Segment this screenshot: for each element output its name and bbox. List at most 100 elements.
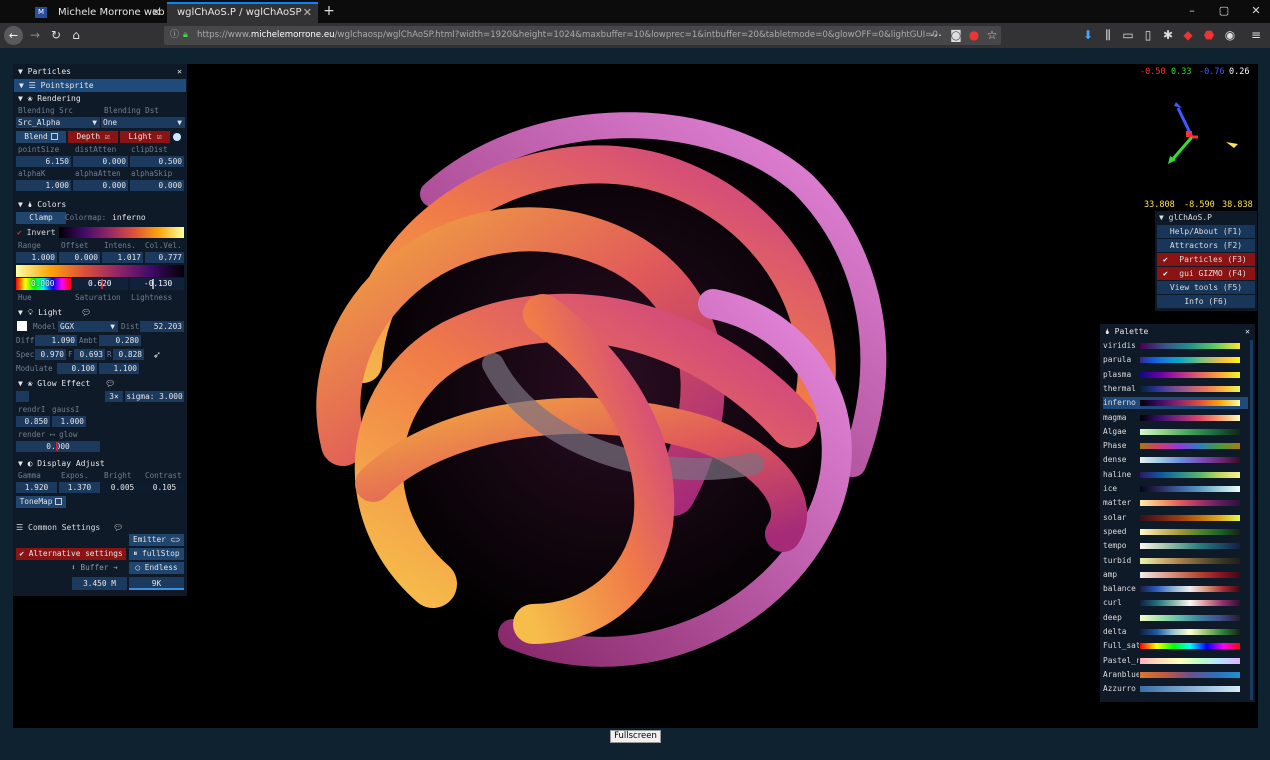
back-button[interactable]: ← xyxy=(4,26,23,45)
menu-view-tools[interactable]: View tools (F5) xyxy=(1157,281,1255,294)
common-settings-header[interactable]: ☰ Common Settings 💬︎ xyxy=(16,522,123,534)
reader-icon[interactable]: ▯ xyxy=(1138,23,1158,48)
palette-item[interactable]: tempo xyxy=(1103,540,1248,552)
display-adjust-header[interactable]: ▼ ◐ Display Adjust xyxy=(13,457,105,470)
palette-scrollbar[interactable] xyxy=(1250,340,1253,700)
dist-atten-field[interactable]: 0.000 xyxy=(73,156,128,167)
intens-field[interactable]: 1.017 xyxy=(102,252,143,263)
glow-color-box[interactable] xyxy=(16,391,29,402)
alternative-settings-button[interactable]: ✔ Alternative settings xyxy=(16,548,126,560)
comment-icon[interactable]: 💬︎ xyxy=(105,379,115,388)
alpha-atten-field[interactable]: 0.000 xyxy=(73,180,128,191)
model-select[interactable]: GGX ▼ xyxy=(58,321,118,332)
new-tab-button[interactable]: + xyxy=(320,2,338,22)
render-glow-slider[interactable]: 0.000 xyxy=(16,441,100,452)
palette-item[interactable]: balance xyxy=(1103,583,1248,595)
pointsprite-header[interactable]: ▼ ☰ Pointsprite xyxy=(14,79,186,92)
glow-multiplier-button[interactable]: 3× xyxy=(105,391,123,402)
menu-icon[interactable]: ≡ xyxy=(1246,23,1266,48)
palette-item[interactable]: Azzurro xyxy=(1103,683,1248,695)
palette-item[interactable]: inferno xyxy=(1103,397,1248,410)
palette-item[interactable]: dense xyxy=(1103,454,1248,466)
close-particles-icon[interactable]: ✕ xyxy=(177,65,182,78)
palette-header[interactable]: 🌢︎ Palette ✕ xyxy=(1100,325,1255,338)
palette-item[interactable]: curl xyxy=(1103,597,1248,609)
gamma-field[interactable]: 1.920 xyxy=(16,482,57,493)
range-field[interactable]: 1.000 xyxy=(16,252,57,263)
palette-item[interactable]: haline xyxy=(1103,469,1248,481)
r-field[interactable]: 0.828 xyxy=(113,349,144,360)
palette-item[interactable]: Full_sat xyxy=(1103,640,1248,652)
blend-toggle[interactable]: Blend xyxy=(16,131,66,143)
palette-item[interactable]: ice xyxy=(1103,483,1248,495)
blending-src-select[interactable]: Src_Alpha ▼ xyxy=(16,117,100,128)
pocket-icon[interactable]: ◙ xyxy=(946,23,966,48)
menu-particles[interactable]: ✔ Particles (F3) xyxy=(1157,253,1255,266)
url-bar[interactable]: ⓘ 🔒︎ https://www.michelemorrone.eu/wglch… xyxy=(164,26,1001,45)
gizmo-axes-icon[interactable] xyxy=(1160,100,1250,170)
colormap-preview[interactable] xyxy=(59,227,184,238)
tonemap-toggle[interactable]: ToneMap xyxy=(16,496,66,508)
expos-field[interactable]: 1.370 xyxy=(59,482,100,493)
home-button[interactable]: ⌂ xyxy=(66,23,86,48)
account-icon[interactable]: ◉ xyxy=(1220,23,1240,48)
fullstop-button[interactable]: ⏸ fullStop xyxy=(129,548,184,560)
menu-info[interactable]: Info (F6) xyxy=(1157,295,1255,308)
emitter-toggle[interactable]: Emitter ⊂⊃ xyxy=(129,534,184,546)
contrast-slider[interactable]: 0.105 xyxy=(145,482,184,493)
menu-attractors[interactable]: Attractors (F2) xyxy=(1157,239,1255,252)
clamp-button[interactable]: Clamp xyxy=(16,212,66,224)
adblock-icon[interactable]: ⬣ xyxy=(1199,23,1219,48)
palette-item[interactable]: Phase xyxy=(1103,440,1248,452)
dist-field[interactable]: 52.203 xyxy=(140,321,184,332)
clip-dist-field[interactable]: 0.500 xyxy=(130,156,184,167)
sidebar-icon[interactable]: ▭ xyxy=(1118,23,1138,48)
settings-gear-icon[interactable]: ✱ xyxy=(1158,23,1178,48)
palette-item[interactable]: matter xyxy=(1103,497,1248,509)
bright-slider[interactable]: 0.005 xyxy=(102,482,143,493)
extension-icon[interactable]: ● xyxy=(964,23,984,48)
light-header[interactable]: ▼ 💡︎ Light 💬︎ xyxy=(13,306,91,319)
palette-item[interactable]: delta xyxy=(1103,626,1248,638)
emission-speed-field[interactable]: 9K xyxy=(129,577,184,590)
palette-item[interactable]: amp xyxy=(1103,569,1248,581)
colvel-field[interactable]: 0.777 xyxy=(145,252,184,263)
info-icon[interactable]: ⓘ xyxy=(170,26,179,45)
sigma-field[interactable]: sigma: 3.000 xyxy=(125,391,184,402)
close-window-button[interactable]: ✕ xyxy=(1240,0,1270,23)
maximize-button[interactable]: ▢ xyxy=(1208,0,1240,23)
ambt-field[interactable]: 0.280 xyxy=(99,335,141,346)
comment-icon[interactable]: 💬︎ xyxy=(81,308,91,317)
alpha-skip-field[interactable]: 0.000 xyxy=(130,180,184,191)
point-size-field[interactable]: 6.150 xyxy=(16,156,71,167)
alpha-k-field[interactable]: 1.000 xyxy=(16,180,71,191)
rendrl-field[interactable]: 0.850 xyxy=(16,416,50,427)
page-actions-icon[interactable]: ⋯ xyxy=(926,23,946,48)
fullscreen-button[interactable]: Fullscreen xyxy=(610,730,661,743)
modulate-field-1[interactable]: 0.100 xyxy=(57,363,97,374)
render-canvas[interactable] xyxy=(13,64,1258,728)
menu-gui-gizmo[interactable]: ✔ gui GIZMO (F4) xyxy=(1157,267,1255,280)
light-toggle[interactable]: Light ☑ xyxy=(120,131,170,143)
palette-item[interactable]: Aranblue xyxy=(1103,669,1248,681)
palette-item[interactable]: thermal xyxy=(1103,383,1248,395)
tab-michele-morrone[interactable]: M Michele Morrone web site ✕ xyxy=(25,2,167,23)
particle-count-field[interactable]: 3.450 M xyxy=(72,577,127,590)
glow-header[interactable]: ▼ ❀ Glow Effect 💬︎ xyxy=(13,377,115,390)
forward-button[interactable]: → xyxy=(25,23,45,48)
modulate-field-2[interactable]: 1.100 xyxy=(99,363,139,374)
diff-field[interactable]: 1.090 xyxy=(35,335,77,346)
render-glow-handle[interactable] xyxy=(56,442,58,451)
reload-button[interactable]: ↻ xyxy=(46,23,66,48)
palette-item[interactable]: turbid xyxy=(1103,555,1248,567)
offset-field[interactable]: 0.000 xyxy=(59,252,100,263)
downloads-icon[interactable]: ⬇ xyxy=(1078,23,1098,48)
palette-item[interactable]: viridis xyxy=(1103,340,1248,352)
palette-item[interactable]: deep xyxy=(1103,612,1248,624)
palette-item[interactable]: speed xyxy=(1103,526,1248,538)
endless-button[interactable]: ◯ Endless xyxy=(129,562,184,574)
bookmark-star-icon[interactable]: ☆ xyxy=(982,23,1002,48)
gaussl-field[interactable]: 1.000 xyxy=(52,416,86,427)
blending-dst-select[interactable]: One ▼ xyxy=(101,117,185,128)
f-field[interactable]: 0.693 xyxy=(74,349,105,360)
